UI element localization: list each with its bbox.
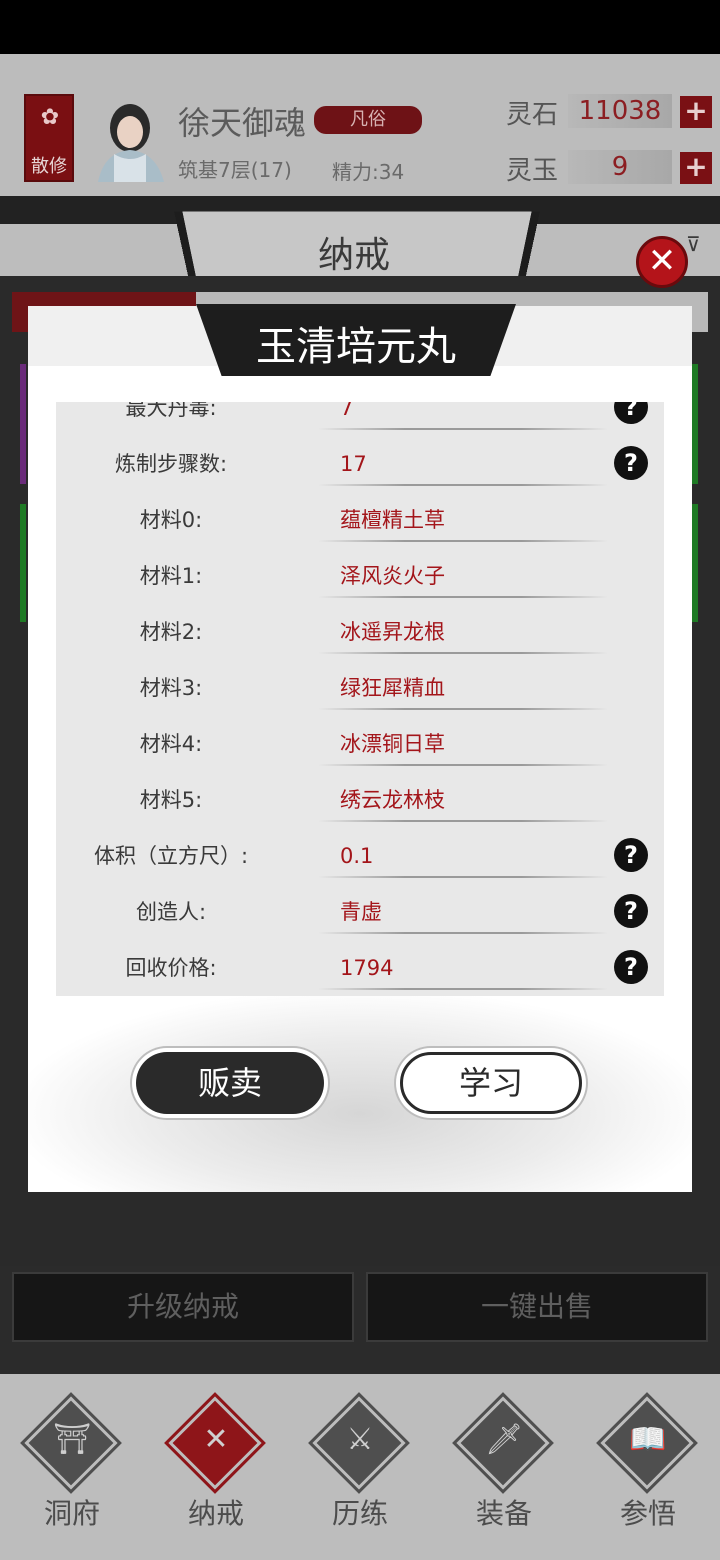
nav-item-equipment[interactable]: 🗡 装备	[432, 1374, 576, 1560]
row-divider	[318, 932, 608, 934]
filter-icon[interactable]: ⊽	[686, 232, 701, 256]
close-x-icon: ✕	[203, 1422, 229, 1457]
row-divider	[318, 540, 608, 542]
nav-label: 纳戒	[187, 1497, 244, 1530]
spirit-jade-value: 9	[568, 150, 672, 184]
property-label: 体积（立方尺）:	[93, 844, 249, 868]
help-icon[interactable]: ?	[614, 950, 648, 984]
property-row: 材料1: 泽风炎火子	[56, 548, 664, 604]
help-icon[interactable]: ?	[614, 838, 648, 872]
item-quality-bar	[692, 364, 698, 484]
item-detail-dialog: 玉清培元丸 最大丹毒: 7? 炼制步骤数: 17? 材料0: 蕴檀精土草 材料1: 泽风炎火子…	[28, 304, 692, 1192]
property-label: 炼制步骤数:	[114, 452, 228, 476]
upgrade-ring-button[interactable]: 升级纳戒	[12, 1272, 354, 1342]
spirit-stone-label: 灵石	[506, 100, 559, 130]
row-divider	[318, 484, 608, 486]
property-label: 材料2:	[139, 620, 203, 644]
row-divider	[318, 652, 608, 654]
property-label: 材料1:	[139, 564, 203, 588]
property-row: 材料2: 冰遥昇龙根	[56, 604, 664, 660]
row-divider	[318, 708, 608, 710]
property-label: 材料0:	[139, 508, 203, 532]
property-value: 7	[340, 402, 354, 420]
sell-all-button[interactable]: 一键出售	[366, 1272, 708, 1342]
property-label: 材料3:	[139, 676, 203, 700]
player-name: 徐天御魂	[178, 104, 307, 142]
page-title: 纳戒	[318, 235, 391, 276]
item-quality-bar	[20, 504, 26, 622]
nav-label: 历练	[331, 1497, 388, 1530]
row-divider	[318, 596, 608, 598]
property-row: 材料5: 绣云龙林枝	[56, 772, 664, 828]
property-label: 创造人:	[135, 900, 207, 924]
property-row: 创造人: 青虚?	[56, 884, 664, 940]
property-row: 回收价格: 1794?	[56, 940, 664, 996]
sect-badge-label: 散修	[31, 156, 67, 177]
property-label: 最大丹毒:	[125, 402, 217, 420]
pavilion-icon: ⛩	[52, 1422, 92, 1457]
bottom-nav: ⛩ 洞府 ✕ 纳戒 ⚔ 历练 🗡 装备 📖 参悟	[0, 1374, 720, 1560]
sword-icon: 🗡	[484, 1422, 524, 1457]
realm-level: 筑基7层(17)	[178, 158, 292, 182]
add-spirit-stone-button[interactable]: +	[680, 96, 712, 128]
nav-item-cave[interactable]: ⛩ 洞府	[0, 1374, 144, 1560]
nav-item-insight[interactable]: 📖 参悟	[576, 1374, 720, 1560]
close-icon[interactable]: ✕	[636, 236, 688, 288]
row-divider	[318, 820, 608, 822]
help-icon[interactable]: ?	[614, 894, 648, 928]
property-list[interactable]: 最大丹毒: 7? 炼制步骤数: 17? 材料0: 蕴檀精土草 材料1: 泽风炎火子 材料2: 冰遥…	[56, 402, 664, 1000]
add-spirit-jade-button[interactable]: +	[680, 152, 712, 184]
item-quality-bar	[692, 504, 698, 622]
player-header: ✿ 散修 徐天御魂 凡俗 筑基7层(17) 精力:34 灵石 11038 + 灵…	[0, 54, 720, 196]
mountain-backdrop	[28, 996, 692, 1192]
help-icon[interactable]: ?	[614, 446, 648, 480]
dialog-title: 玉清培元丸	[256, 324, 456, 370]
nav-item-training[interactable]: ⚔ 历练	[288, 1374, 432, 1560]
energy-value: 精力:34	[332, 160, 405, 184]
help-icon[interactable]: ?	[614, 402, 648, 424]
property-row: 材料3: 绿狂犀精血	[56, 660, 664, 716]
property-label: 材料5:	[139, 788, 203, 812]
open-book-icon: 📖	[629, 1422, 667, 1457]
spirit-jade-label: 灵玉	[506, 156, 559, 186]
sell-button[interactable]: 贩卖	[136, 1052, 324, 1114]
item-quality-bar	[20, 364, 26, 484]
row-divider	[318, 764, 608, 766]
nav-item-ring[interactable]: ✕ 纳戒	[144, 1374, 288, 1560]
property-row: 炼制步骤数: 17?	[56, 436, 664, 492]
property-row: 最大丹毒: 7?	[56, 402, 664, 436]
row-divider	[318, 988, 608, 990]
property-row: 体积（立方尺）: 0.1?	[56, 828, 664, 884]
nav-label: 洞府	[43, 1497, 100, 1530]
property-label: 回收价格:	[125, 956, 217, 980]
crossed-swords-icon: ⚔	[346, 1422, 374, 1457]
lotus-icon: ✿	[40, 105, 60, 130]
property-row: 材料0: 蕴檀精土草	[56, 492, 664, 548]
sect-badge[interactable]: ✿ 散修	[24, 94, 74, 182]
spirit-stone-value: 11038	[568, 94, 672, 128]
rank-tag: 凡俗	[314, 106, 422, 134]
status-bar	[0, 0, 720, 54]
row-divider	[318, 876, 608, 878]
property-row: 材料4: 冰漂铜日草	[56, 716, 664, 772]
learn-button[interactable]: 学习	[400, 1052, 582, 1114]
nav-label: 装备	[475, 1497, 532, 1530]
row-divider	[318, 428, 608, 430]
property-label: 材料4:	[139, 732, 203, 756]
nav-label: 参悟	[619, 1497, 676, 1530]
avatar[interactable]	[84, 94, 170, 182]
